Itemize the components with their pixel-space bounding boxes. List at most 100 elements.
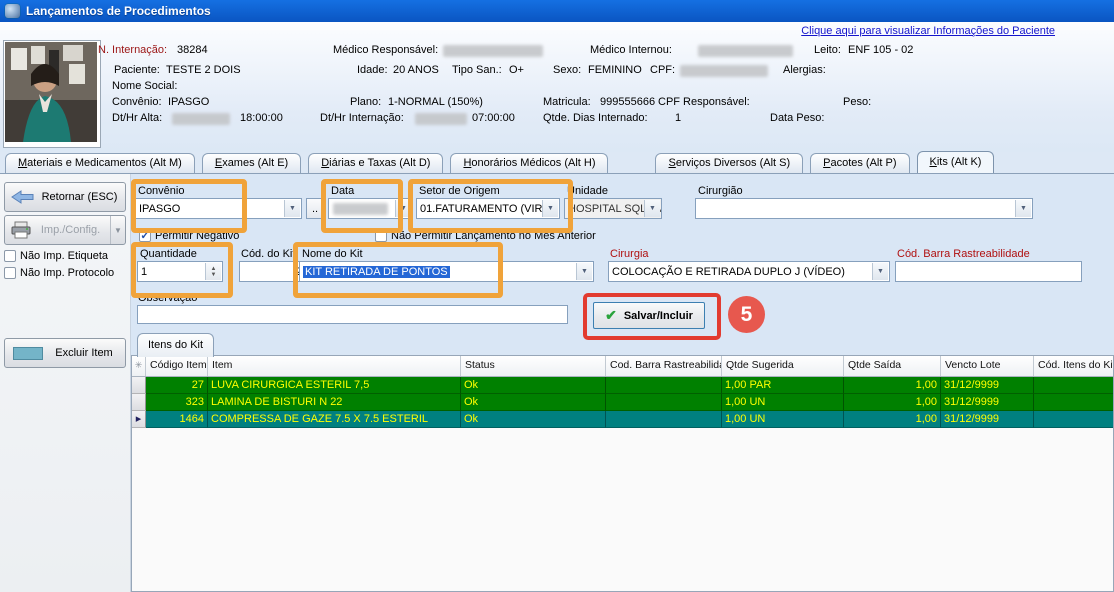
cirurgiao-label: Cirurgião [698,185,743,197]
check-icon: ✔ [605,307,617,324]
nao-imp-protocolo-label: Não Imp. Protocolo [20,267,114,279]
permitir-negativo-label: Permitir Negativo [155,230,239,242]
permitir-negativo-checkbox[interactable]: ✓ Permitir Negativo [139,230,239,242]
nome-kit-label: Nome do Kit [302,248,363,260]
paciente-value: TESTE 2 DOIS [166,64,241,76]
sexo-label: Sexo: [553,64,581,76]
unidade-select[interactable]: HOSPITAL SQL - MATR ▼ [564,198,662,219]
cell-barra [606,394,722,411]
imp-config-dropdown[interactable]: ▼ [110,216,125,244]
table-row[interactable]: 323LAMINA DE BISTURI N 22Ok1,00 UN1,0031… [132,394,1114,411]
tab-servicos-diversos[interactable]: Serviços Diversos (Alt S) [655,153,803,173]
back-arrow-icon [10,190,34,204]
col-codigo-item[interactable]: Código Item [146,356,208,376]
col-vencto-lote[interactable]: Vencto Lote [941,356,1034,376]
cell-status: Ok [461,411,606,428]
data-label: Data [331,185,354,197]
leito-value: ENF 105 - 02 [848,44,913,56]
cpf-label: CPF: [650,64,675,76]
data-peso-label: Data Peso: [770,112,824,124]
col-status[interactable]: Status [461,356,606,376]
observacao-input[interactable] [137,305,568,324]
chevron-down-icon[interactable]: ▼ [395,200,411,217]
chevron-down-icon[interactable]: ▼ [542,200,558,217]
redacted-cpf [680,65,768,77]
nao-imp-etiqueta-label: Não Imp. Etiqueta [20,250,108,262]
observacao-label: Observação [138,292,197,304]
col-qtde-sugerida[interactable]: Qtde Sugerida [722,356,844,376]
tab-exames[interactable]: Exames (Alt E) [202,153,301,173]
chevron-down-icon[interactable]: ▼ [644,200,660,217]
paciente-label: Paciente: [114,64,160,76]
kit-items-body: 27LUVA CIRURGICA ESTERIL 7,5Ok1,00 PAR1,… [132,377,1113,428]
table-row[interactable]: 27LUVA CIRURGICA ESTERIL 7,5Ok1,00 PAR1,… [132,377,1114,394]
retornar-label: Retornar (ESC) [34,191,125,203]
cirurgia-select[interactable]: COLOCAÇÃO E RETIRADA DUPLO J (VÍDEO) ▼ [608,261,890,282]
convenio-browse-button[interactable]: .. [306,198,324,219]
plano-label: Plano: [350,96,381,108]
row-indicator[interactable]: ▸ [132,411,146,428]
sidebar: Retornar (ESC) Imp./Config. ▼ Não Imp. E… [0,174,131,592]
excluir-item-button[interactable]: Excluir Item [4,338,126,368]
dthr-int-label: Dt/Hr Internação: [320,112,404,124]
quantidade-stepper[interactable]: 1 ▲▼ [137,261,223,282]
nao-permitir-mes-anterior-checkbox[interactable]: Não Permitir Lançamento no Mês Anterior [375,230,596,242]
tab-itens-do-kit[interactable]: Itens do Kit [137,333,214,357]
cirurgiao-select[interactable]: ▼ [695,198,1033,219]
tab-pacotes[interactable]: Pacotes (Alt P) [810,153,909,173]
retornar-button[interactable]: Retornar (ESC) [4,182,126,212]
nao-imp-etiqueta-checkbox[interactable]: Não Imp. Etiqueta [4,250,108,262]
nome-kit-value: KIT RETIRADA DE PONTOS [303,266,450,278]
cell-qtde_sugerida: 1,00 UN [722,411,844,428]
internacao-label: N. Internação: [98,44,167,56]
tab-honorarios-medicos[interactable]: Honorários Médicos (Alt H) [450,153,608,173]
cell-qtde_saida: 1,00 [844,394,941,411]
cell-vencto_lote: 31/12/9999 [941,411,1034,428]
convenio-label: Convênio [138,185,184,197]
cell-qtde_saida: 1,00 [844,411,941,428]
peso-label: Peso: [843,96,871,108]
window-title: Lançamentos de Procedimentos [26,4,211,18]
title-bar: Lançamentos de Procedimentos [0,0,1114,22]
chevron-down-icon[interactable]: ▼ [576,263,592,280]
patient-photo [3,40,101,148]
col-cod-itens-kit[interactable]: Cód. Itens do Kit [1034,356,1114,376]
nome-kit-select[interactable]: KIT RETIRADA DE PONTOS ▼ [299,261,594,282]
convenio-select[interactable]: IPASGO ▼ [135,198,302,219]
chevron-down-icon[interactable]: ▼ [1015,200,1031,217]
tipo-san-value: O+ [509,64,524,76]
tab-diarias-taxas[interactable]: Diárias e Taxas (Alt D) [308,153,443,173]
cell-vencto_lote: 31/12/9999 [941,377,1034,394]
cpf-resp-label: CPF Responsável: [658,96,750,108]
app-icon [5,4,20,18]
col-qtde-saida[interactable]: Qtde Saída [844,356,941,376]
kits-tab-panel: Retornar (ESC) Imp./Config. ▼ Não Imp. E… [0,173,1114,592]
chevron-down-icon[interactable]: ▼ [872,263,888,280]
patient-photo-image [5,42,97,142]
dthr-alta-time: 18:00:00 [240,112,283,124]
qtde-dias-label: Qtde. Dias Internado: [543,112,648,124]
tab-kits[interactable]: Kits (Alt K) [917,151,995,173]
leito-label: Leito: [814,44,841,56]
cell-barra [606,411,722,428]
salvar-incluir-button[interactable]: ✔ Salvar/Incluir [593,302,705,329]
medico-internou-label: Médico Internou: [590,44,672,56]
tab-materiais-medicamentos[interactable]: Materiais e Medicamentos (Alt M) [5,153,195,173]
row-indicator[interactable] [132,394,146,411]
form-area: Convênio IPASGO ▼ .. Data ▼ Setor de Ori… [131,174,1114,592]
data-select[interactable]: ▼ [328,198,413,219]
col-item[interactable]: Item [208,356,461,376]
medico-resp-label: Médico Responsável: [333,44,438,56]
cell-qtde_sugerida: 1,00 PAR [722,377,844,394]
col-cod-barra[interactable]: Cod. Barra Rastreabilidade [606,356,722,376]
table-row[interactable]: ▸1464COMPRESSA DE GAZE 7.5 X 7.5 ESTERIL… [132,411,1114,428]
patient-info-link[interactable]: Clique aqui para visualizar Informações … [801,25,1055,37]
chevron-down-icon[interactable]: ▼ [284,200,300,217]
setor-origem-select[interactable]: 01.FATURAMENTO (VIRTU ▼ [416,198,560,219]
spinner-arrows-icon[interactable]: ▲▼ [205,263,221,280]
nao-imp-protocolo-checkbox[interactable]: Não Imp. Protocolo [4,267,114,279]
imp-config-button[interactable]: Imp./Config. ▼ [4,215,126,245]
cod-barra-input[interactable] [895,261,1082,282]
grid-corner-asterisk[interactable]: ✳ [132,356,146,376]
row-indicator[interactable] [132,377,146,394]
